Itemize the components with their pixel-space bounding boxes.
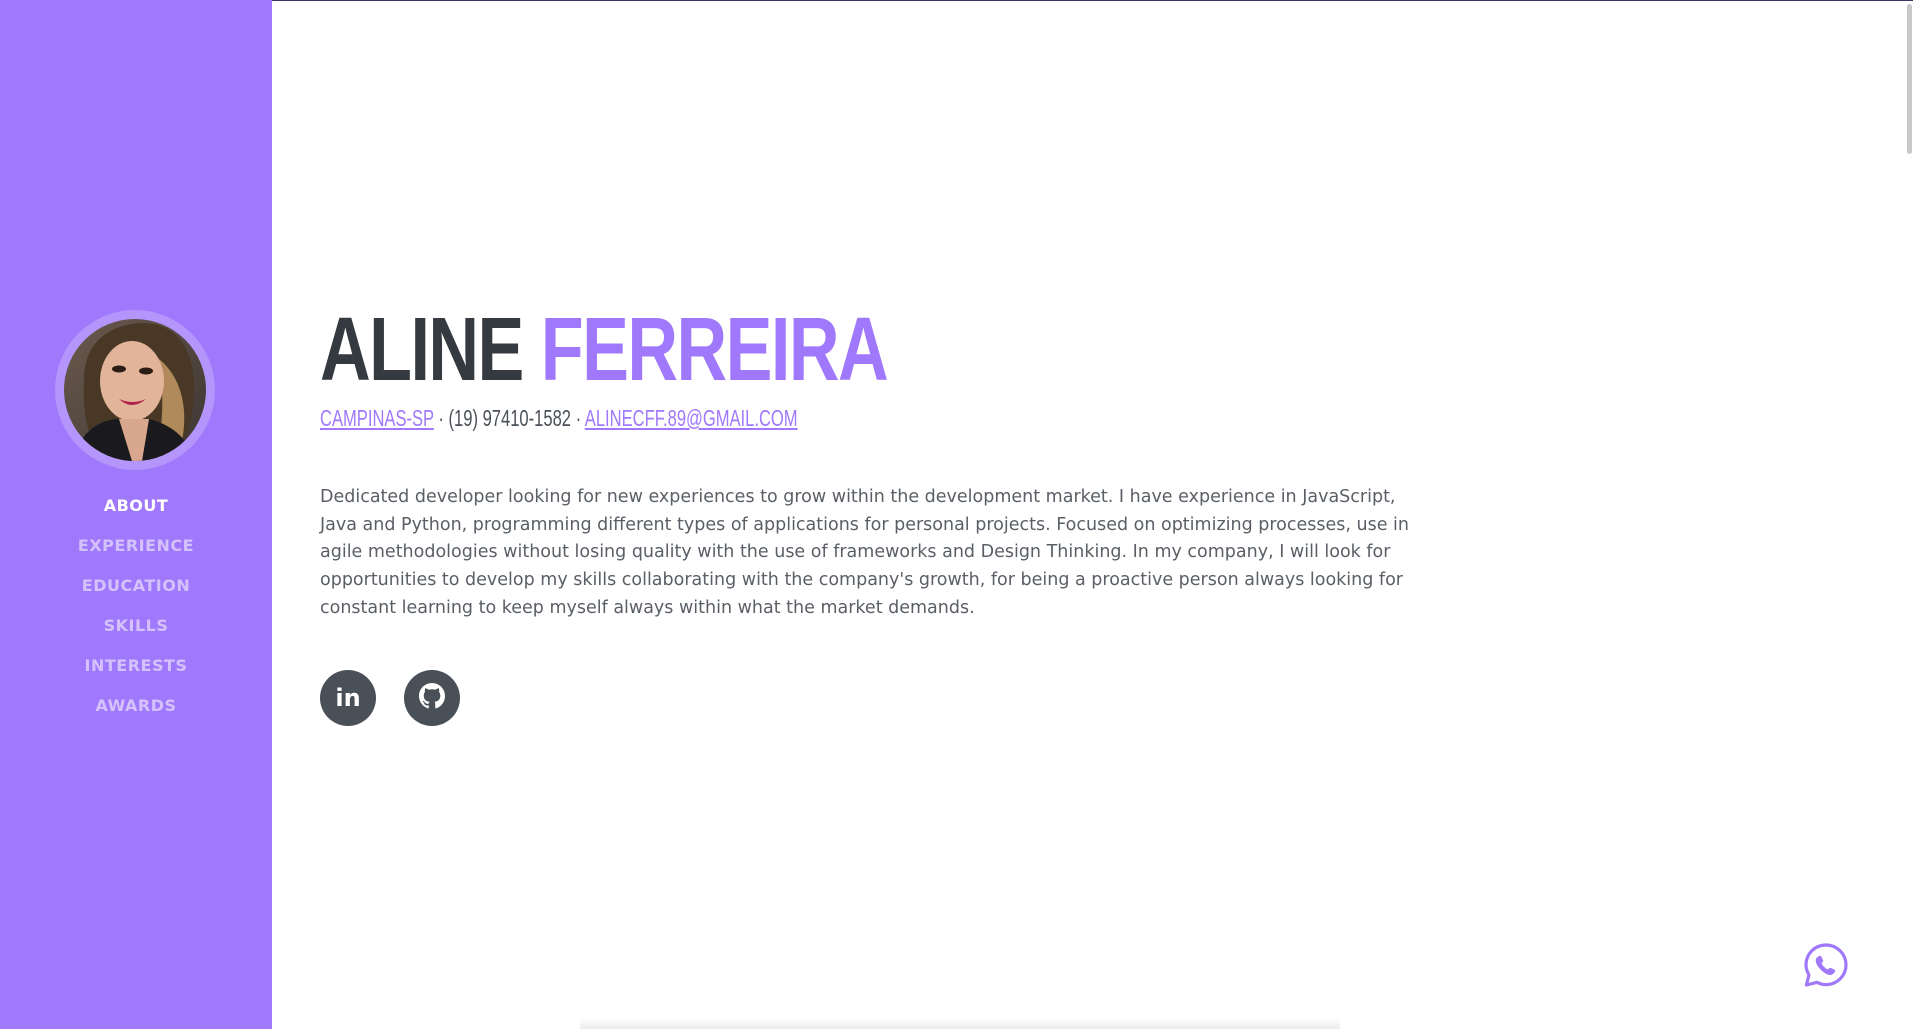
scrollbar[interactable] [1905,0,1913,1029]
top-border [0,0,1913,1]
nav-item-experience[interactable]: EXPERIENCE [0,534,272,574]
nav-item-interests[interactable]: INTERESTS [0,654,272,694]
avatar [55,310,215,470]
phone-number: (19) 97410-1582 [448,405,571,431]
bottom-shadow [580,1018,1340,1029]
profile-photo [64,319,206,461]
linkedin-button[interactable]: in [320,670,376,726]
nav-item-skills[interactable]: SKILLS [0,614,272,654]
separator: · [570,405,585,431]
scrollbar-thumb[interactable] [1907,4,1912,154]
contact-line: CAMPINAS-SP · (19) 97410-1582 · ALINECFF… [320,404,798,432]
github-icon [419,683,445,713]
nav-item-education[interactable]: EDUCATION [0,574,272,614]
linkedin-icon: in [335,684,361,712]
whatsapp-button[interactable] [1803,942,1849,988]
page-title: ALINE FERREIRA [320,305,889,395]
sidebar-nav: ABOUT EXPERIENCE EDUCATION SKILLS INTERE… [0,494,272,734]
location-link[interactable]: CAMPINAS-SP [320,405,434,431]
nav-item-about[interactable]: ABOUT [0,494,272,534]
separator: · [433,405,449,431]
first-name: ALINE [320,300,524,400]
nav-item-awards[interactable]: AWARDS [0,694,272,734]
resume-page: ABOUT EXPERIENCE EDUCATION SKILLS INTERE… [0,0,1913,1029]
last-name: FERREIRA [540,300,889,400]
github-button[interactable] [404,670,460,726]
email-link[interactable]: ALINECFF.89@GMAIL.COM [585,405,798,431]
bio-text: Dedicated developer looking for new expe… [320,487,1409,618]
sidebar: ABOUT EXPERIENCE EDUCATION SKILLS INTERE… [0,0,272,1029]
whatsapp-icon [1803,943,1849,992]
